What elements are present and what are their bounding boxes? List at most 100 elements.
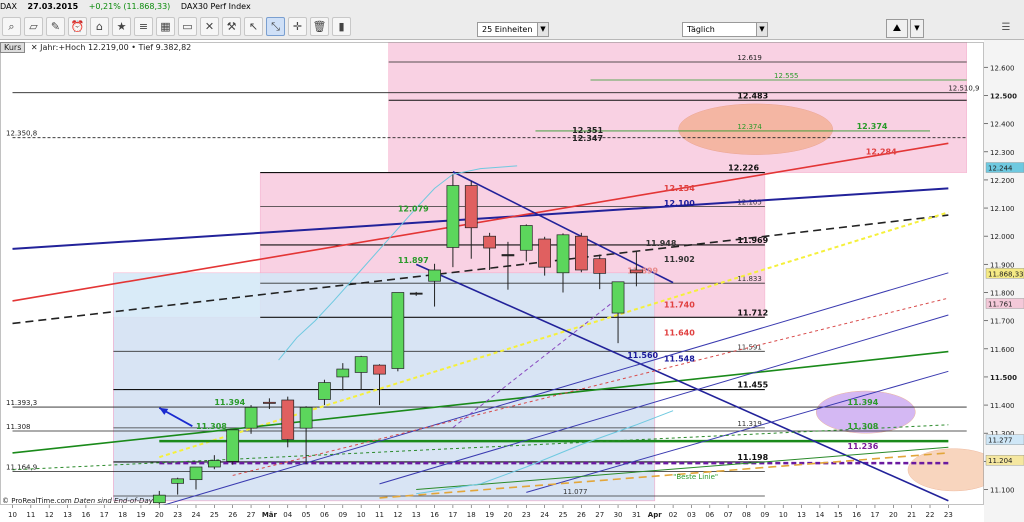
plot-area: 12.619 12.555 12.510,9 12.483 12.374 12.226 12…	[6, 42, 984, 505]
candle	[281, 396, 295, 448]
annotation-label: 12.374	[857, 122, 888, 131]
candle-body	[483, 235, 496, 249]
menu-icon[interactable]: ☰	[996, 19, 1016, 38]
annotation-label: 11.308	[847, 422, 878, 431]
level-label: 12.619	[737, 54, 762, 62]
bars-icon[interactable]: ▮	[332, 17, 351, 36]
price-label: 12.244	[988, 165, 1013, 173]
x-tick-label: 19	[485, 511, 494, 519]
date-label: 27.03.2015	[27, 2, 79, 11]
cursor-icon[interactable]: ⤡	[266, 17, 285, 36]
y-tick-label: 12.500	[990, 92, 1017, 100]
level-label: 11.393,3	[6, 399, 37, 407]
close-icon[interactable]: ✕	[31, 43, 38, 52]
bank-icon[interactable]: ⌂	[90, 17, 109, 36]
x-tick-label: 11	[375, 511, 384, 519]
x-tick-label: 20	[503, 511, 512, 519]
candle-body	[538, 238, 552, 268]
period-select-value: Täglich	[687, 25, 715, 34]
annotation-label: 11.236	[847, 442, 878, 451]
panel-info: Jahr:+Hoch 12.219,00 • Tief 9.382,82	[40, 43, 192, 52]
pointer-icon[interactable]: ↖	[244, 17, 263, 36]
fibonacci-zone	[113, 272, 656, 502]
candle-body	[556, 234, 570, 274]
y-tick-label: 11.700	[990, 318, 1015, 326]
wrench-icon[interactable]: ✕	[200, 17, 219, 36]
candle-body	[409, 292, 423, 295]
tools-icon[interactable]: ⚒	[222, 17, 241, 36]
alarm-icon[interactable]: ⏰	[68, 17, 87, 36]
price-chart[interactable]: 12.619 12.555 12.510,9 12.483 12.374 12.226 12…	[0, 40, 1024, 522]
x-tick-label: 03	[687, 511, 696, 519]
candle-body	[171, 478, 184, 484]
x-tick-label: 19	[136, 511, 145, 519]
x-tick-label: 13	[797, 511, 806, 519]
candle-body	[593, 258, 607, 274]
header-row: DAX 27.03.2015 +0,21% (11.868,33) DAX30 …	[0, 0, 1024, 14]
candle	[574, 232, 588, 273]
x-tick-label: 12	[45, 511, 54, 519]
annotation-label: 11.897	[398, 256, 429, 265]
x-tick-label: 26	[228, 511, 237, 519]
candle-body	[464, 185, 478, 229]
candle-body	[336, 368, 350, 378]
chevron-down-icon: ▼	[756, 23, 767, 36]
chevron-down-icon[interactable]: ▼	[910, 19, 924, 38]
annotation-label: 11.560	[627, 351, 658, 360]
star-icon[interactable]: ★	[112, 17, 131, 36]
level-label: 11.198	[737, 453, 768, 462]
x-tick-label: 10	[8, 511, 17, 519]
level-label: 12.374	[737, 123, 762, 131]
annotation-label: 12.079	[398, 205, 429, 214]
zoom-icon[interactable]: ⌕	[2, 17, 21, 36]
x-tick-label: 20	[155, 511, 164, 519]
x-tick-label: 04	[283, 511, 292, 519]
units-select[interactable]: 25 Einheiten ▼	[477, 22, 549, 37]
x-tick-label: 21	[907, 511, 916, 519]
grid-icon[interactable]: ▦	[156, 17, 175, 36]
level-label: 11.591	[737, 343, 762, 351]
y-tick-label: 11.100	[990, 487, 1015, 495]
period-select[interactable]: Täglich ▼	[682, 22, 768, 37]
y-tick-label: 11.500	[990, 374, 1017, 382]
candle-body	[226, 429, 240, 462]
annotation-label: 12.284	[866, 147, 897, 156]
kurs-tab[interactable]: Kurs	[0, 42, 26, 53]
x-tick-label: 16	[852, 511, 861, 519]
x-tick-label: 17	[100, 511, 109, 519]
x-tick-label: 02	[669, 511, 678, 519]
x-tick-label: 18	[118, 511, 127, 519]
change-label: +0,21% (11.868,33)	[88, 2, 171, 11]
candle-body	[208, 460, 221, 468]
chart-type-icon[interactable]: ⛰	[886, 19, 908, 38]
annotation-label: 11.740	[664, 300, 695, 309]
list-icon[interactable]: ≡	[134, 17, 153, 36]
x-tick-label: 23	[944, 511, 953, 519]
x-tick-label: 11	[26, 511, 35, 519]
x-tick-label: 15	[834, 511, 843, 519]
x-tick-label: 24	[192, 511, 201, 519]
x-tick-label: 16	[81, 511, 90, 519]
window-icon[interactable]: ▭	[178, 17, 197, 36]
crosshair-icon[interactable]: ✛	[288, 17, 307, 36]
annotation-label: 12.154	[664, 184, 695, 193]
y-tick-label: 11.800	[990, 289, 1015, 297]
x-axis: 10 11 12 13 16 17 18 19 20 23 24 25 26 27 Mär 04 05 06 09 1…	[8, 505, 953, 519]
pencil-icon[interactable]: ✎	[46, 17, 65, 36]
level-label: 11.455	[737, 381, 768, 390]
panel-label: Kurs ✕ Jahr:+Hoch 12.219,00 • Tief 9.382…	[0, 42, 191, 53]
annotation-label: 11.902	[664, 255, 695, 264]
annotation-label: 11.548	[664, 354, 695, 363]
annotation-label: 11.394	[214, 398, 245, 407]
candle-body	[281, 399, 295, 440]
x-tick-label: 27	[247, 511, 256, 519]
x-tick-label: 22	[926, 511, 935, 519]
candle-body	[244, 406, 258, 429]
candle-body	[446, 185, 460, 248]
candle-body	[152, 494, 166, 504]
candle-body	[574, 235, 588, 271]
x-tick-label: 26	[577, 511, 586, 519]
trash-icon[interactable]: 🗑	[310, 17, 329, 36]
ruler-icon[interactable]: ▱	[24, 17, 43, 36]
level-label: 12.510,9	[948, 85, 979, 93]
